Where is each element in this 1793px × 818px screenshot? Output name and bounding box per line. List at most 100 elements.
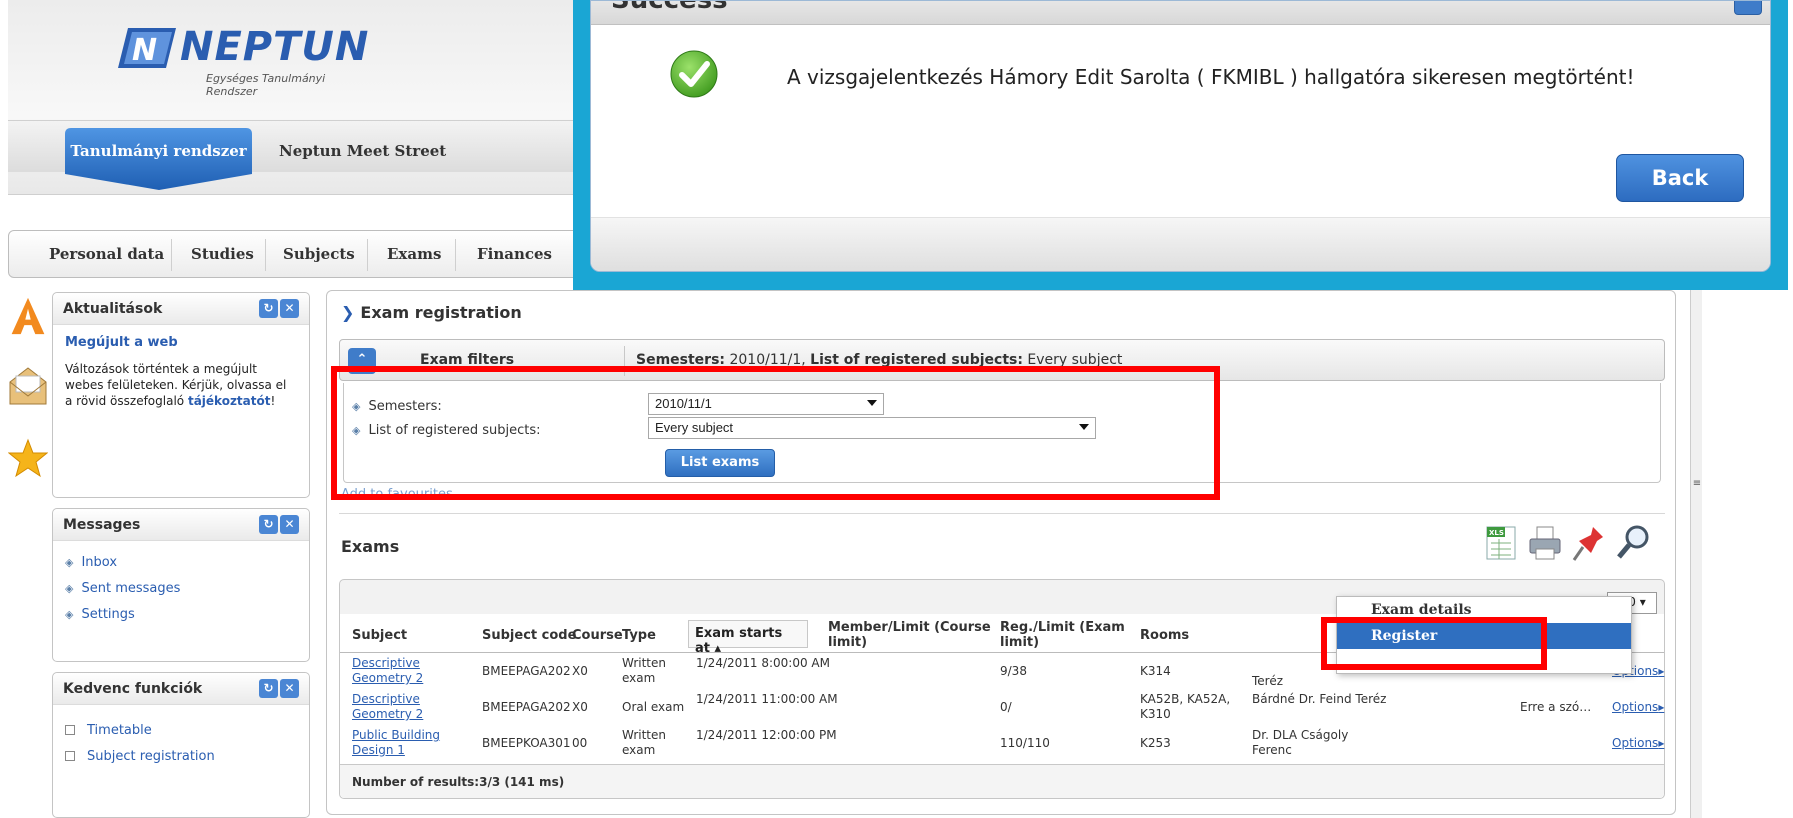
refresh-icon[interactable]: ↻ — [259, 679, 278, 698]
col-type[interactable]: Type — [622, 628, 656, 643]
news-panel-body: Megújult a web Változások történtek a me… — [53, 325, 309, 419]
col-subject[interactable]: Subject — [352, 628, 407, 643]
favorites-list: Timetable Subject registration — [53, 705, 309, 785]
exams-section-title: Exams — [341, 537, 400, 556]
col-subject-code[interactable]: Subject code — [482, 628, 576, 643]
dropdown-arrow-icon — [1079, 424, 1089, 430]
search-icon[interactable] — [1615, 523, 1651, 563]
subjects-label: ◈ List of registered subjects: — [352, 423, 541, 438]
menu-register[interactable]: Register — [1337, 623, 1631, 649]
dialog-close-icon[interactable] — [1734, 1, 1762, 15]
nav-divider — [171, 239, 172, 271]
close-icon[interactable]: ✕ — [280, 515, 299, 534]
exam-filters-bar: ⌃ Exam filters Semesters: 2010/11/1, Lis… — [339, 339, 1665, 381]
favorite-timetable-link[interactable]: Timetable — [65, 723, 297, 749]
news-text: Változások történtek a megújult webes fe… — [65, 361, 297, 409]
tab-tanulmanyi-rendszer[interactable]: Tanulmányi rendszer — [65, 128, 252, 212]
add-to-favourites-link[interactable]: Add to favourites — [341, 487, 453, 502]
active-tab-shape — [65, 128, 252, 190]
list-exams-button[interactable]: List exams — [665, 449, 775, 477]
tab-neptun-meet-street[interactable]: Neptun Meet Street — [279, 142, 446, 160]
diamond-bullet-icon: ◈ — [352, 424, 361, 437]
summary-semesters-value: 2010/11/1, — [729, 352, 806, 368]
col-exam-starts[interactable]: Exam starts at ▴ — [688, 620, 808, 656]
examiner: Bárdné Dr. Feind Teréz — [1252, 692, 1387, 706]
col-member-limit[interactable]: Member/Limit (Course limit) — [828, 620, 998, 650]
logo-wordmark: NEPTUN — [180, 24, 370, 70]
dialog-titlebar — [591, 1, 1770, 25]
refresh-icon[interactable]: ↻ — [259, 515, 278, 534]
close-icon[interactable]: ✕ — [280, 299, 299, 318]
messages-settings-link[interactable]: ◈ Settings — [65, 607, 297, 633]
rooms: KA52B, KA52A, K310 — [1140, 692, 1231, 721]
subject-code: BMEEPKOA301 — [482, 736, 571, 750]
news-headline: Megújult a web — [65, 335, 178, 350]
subject-code: BMEEPAGA202 — [482, 700, 571, 714]
col-rooms[interactable]: Rooms — [1140, 628, 1189, 643]
news-panel-header: Aktualitások ↻ ✕ — [53, 293, 309, 325]
exam-start: 1/24/2011 11:00:00 AM — [696, 692, 838, 706]
page-scrollbar[interactable]: ≡ — [1690, 278, 1702, 818]
exam-type: Written exam — [622, 656, 666, 685]
diamond-bullet-icon: ◈ — [352, 400, 361, 413]
neptun-logo[interactable]: N NEPTUN Egységes Tanulmányi Rendszer — [118, 22, 368, 98]
semesters-select[interactable]: 2010/11/1 — [648, 393, 884, 415]
options-link[interactable]: Options▸ — [1612, 700, 1664, 715]
options-link[interactable]: Options▸ — [1612, 736, 1664, 751]
nav-subjects[interactable]: Subjects — [283, 245, 355, 263]
results-count: Number of results:3/3 (141 ms) — [352, 775, 565, 789]
favorites-panel-title: Kedvenc funkciók — [63, 681, 203, 697]
exam-filters-body: ◈ Semesters: 2010/11/1 ◈ List of registere… — [343, 383, 1661, 483]
news-suffix: ! — [270, 394, 276, 408]
messages-sent-link[interactable]: ◈ Sent messages — [65, 581, 297, 607]
news-panel: Aktualitások ↻ ✕ Megújult a web Változás… — [52, 292, 310, 498]
nav-finances[interactable]: Finances — [477, 245, 552, 263]
menu-exam-details[interactable]: Exam details — [1337, 597, 1631, 623]
subject-link[interactable]: Public Building Design 1 — [352, 728, 472, 758]
print-icon[interactable] — [1527, 523, 1563, 563]
messages-panel-header: Messages ↻ ✕ — [53, 509, 309, 541]
filter-divider — [624, 346, 625, 376]
table-row[interactable]: Descriptive Geometry 2 BMEEPAGA202 X0 Or… — [340, 692, 1664, 728]
refresh-icon[interactable]: ↻ — [259, 299, 278, 318]
pin-icon[interactable] — [1571, 523, 1607, 563]
tab-label: Tanulmányi rendszer — [70, 142, 247, 160]
nav-exams[interactable]: Exams — [387, 245, 441, 263]
favorite-subject-registration-link[interactable]: Subject registration — [65, 749, 297, 775]
examiner: Dr. DLA Cságoly Ferenc — [1252, 728, 1349, 757]
subject-link[interactable]: Descriptive Geometry 2 — [352, 692, 462, 722]
select-value: Every subject — [655, 420, 734, 435]
news-a-icon[interactable] — [8, 296, 48, 336]
chevron-right-icon: ❯ — [341, 303, 355, 322]
examiner: Teréz — [1252, 674, 1284, 688]
dialog-footer — [591, 217, 1770, 271]
exam-start: 1/24/2011 12:00:00 PM — [696, 728, 837, 742]
reg-limit: 9/38 — [1000, 664, 1027, 678]
nav-personal-data[interactable]: Personal data — [49, 245, 164, 263]
success-check-icon — [670, 50, 718, 98]
options-label: Options — [1612, 700, 1659, 714]
messages-inbox-link[interactable]: ◈ Inbox — [65, 555, 297, 581]
field-label: Semesters: — [368, 399, 442, 414]
panel-controls: ↻ ✕ — [259, 299, 299, 319]
message-envelope-icon[interactable] — [8, 366, 48, 406]
nav-studies[interactable]: Studies — [191, 245, 254, 263]
collapse-filters-button[interactable]: ⌃ — [348, 348, 376, 374]
news-info-link[interactable]: tájékoztatót — [188, 394, 271, 408]
back-button[interactable]: Back — [1616, 154, 1744, 202]
col-course[interactable]: Course — [572, 628, 623, 643]
excel-export-icon[interactable]: XLS — [1483, 523, 1519, 563]
favorites-star-icon[interactable] — [8, 438, 48, 478]
panel-controls: ↻ ✕ — [259, 679, 299, 699]
table-row[interactable]: Public Building Design 1 BMEEPKOA301 00 … — [340, 728, 1664, 764]
subjects-select[interactable]: Every subject — [648, 417, 1096, 439]
select-value: 2010/11/1 — [655, 396, 712, 411]
box-bullet-icon — [65, 725, 75, 735]
scrollbar-grip-icon: ≡ — [1692, 478, 1702, 489]
exam-start: 1/24/2011 8:00:00 AM — [696, 656, 830, 670]
close-icon[interactable]: ✕ — [280, 679, 299, 698]
subject-link[interactable]: Descriptive Geometry 2 — [352, 656, 462, 686]
exam-note: Erre a szó… — [1520, 700, 1592, 714]
options-context-menu: Exam details Register — [1336, 596, 1632, 674]
col-reg-limit[interactable]: Reg./Limit (Exam limit) — [1000, 620, 1140, 650]
